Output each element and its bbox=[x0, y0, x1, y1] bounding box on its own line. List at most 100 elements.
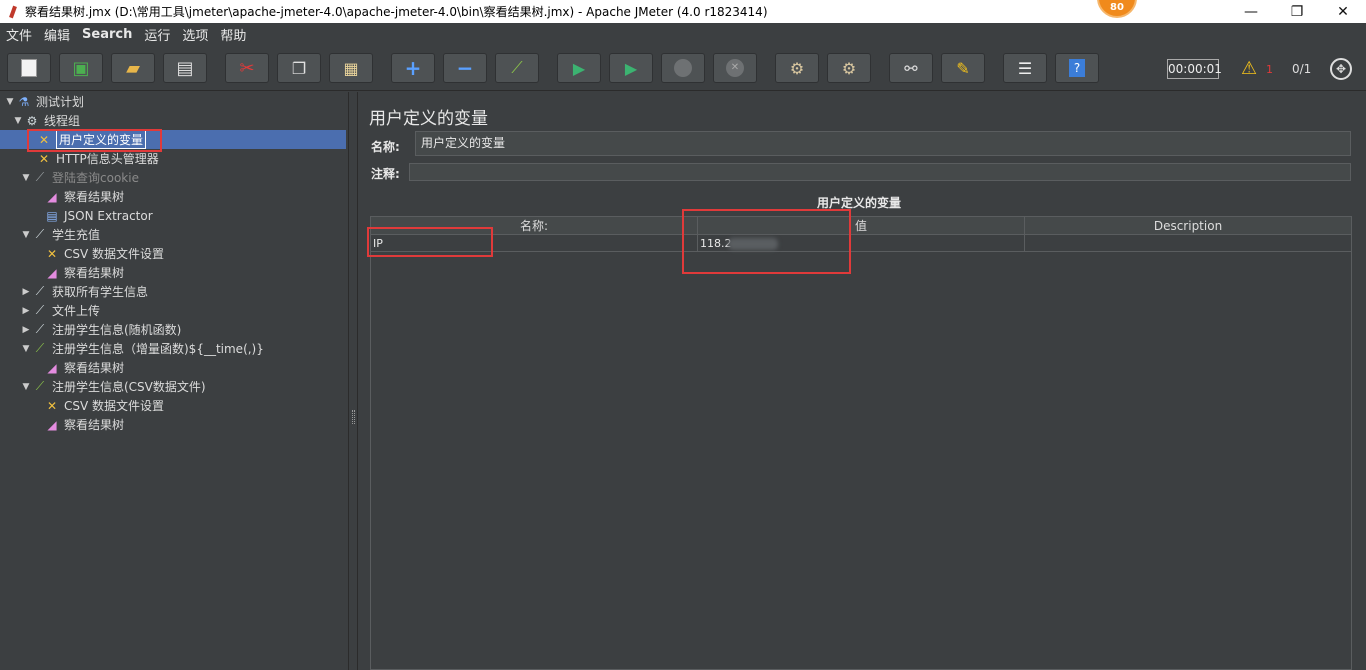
tools-icon: ✕ bbox=[46, 246, 58, 261]
tree-node-register-increment[interactable]: ▼ ⟋ 注册学生信息（增量函数)${__time(,)} bbox=[20, 339, 264, 358]
title-bar: 察看结果树.jmx (D:\常用工具\jmeter\apache-jmeter-… bbox=[0, 0, 1366, 23]
divider-grip-icon[interactable] bbox=[352, 410, 355, 424]
pipette-icon: ⟋ bbox=[35, 322, 45, 336]
expand-arrow-icon[interactable]: ▼ bbox=[12, 116, 24, 126]
search-button[interactable]: ⚯ bbox=[889, 53, 933, 83]
tree-node-test-plan[interactable]: ▼ ⚗ 测试计划 bbox=[4, 92, 84, 111]
expand-arrow-icon[interactable]: ▼ bbox=[20, 382, 32, 392]
menu-help[interactable]: 帮助 bbox=[220, 25, 246, 44]
toolbar: ▣ ▰ ▤ ✂ ❐ ▦ + − ⟋ ▶ ▶ ✕ ⚙ ⚙ ⚯ ✎ ☰ ? 00:0… bbox=[0, 45, 1366, 91]
reset-search-button[interactable]: ✎ bbox=[941, 53, 985, 83]
split-pane-divider[interactable] bbox=[348, 92, 358, 670]
active-threads: 0/1 bbox=[1292, 62, 1312, 76]
paste-button[interactable]: ▦ bbox=[329, 53, 373, 83]
page-title: 用户定义的变量 bbox=[369, 109, 488, 129]
comment-field[interactable] bbox=[409, 163, 1351, 181]
tree-node-label: 获取所有学生信息 bbox=[52, 285, 149, 299]
minimize-button[interactable]: — bbox=[1228, 0, 1274, 23]
menu-options[interactable]: 选项 bbox=[182, 25, 208, 44]
function-helper-button[interactable]: ☰ bbox=[1003, 53, 1047, 83]
binoculars-icon: ⚯ bbox=[904, 58, 918, 78]
expand-arrow-icon[interactable]: ▼ bbox=[20, 230, 32, 240]
menu-edit[interactable]: 编辑 bbox=[44, 25, 70, 44]
new-button[interactable] bbox=[7, 53, 51, 83]
menu-run[interactable]: 运行 bbox=[144, 25, 170, 44]
restore-button[interactable]: ❐ bbox=[1274, 0, 1320, 23]
templates-icon: ▣ bbox=[72, 57, 90, 79]
stop-button[interactable] bbox=[661, 53, 705, 83]
cell-description[interactable] bbox=[1025, 235, 1351, 252]
expand-arrow-icon[interactable]: ▼ bbox=[20, 344, 32, 354]
section-title: 用户定义的变量 bbox=[816, 196, 901, 210]
tree-node-csv-data-set[interactable]: ✕ CSV 数据文件设置 bbox=[32, 244, 164, 263]
tree-node-register-random[interactable]: ▶ ⟋ 注册学生信息(随机函数) bbox=[20, 320, 182, 339]
pipette-icon: ⟋ bbox=[35, 341, 45, 355]
templates-button[interactable]: ▣ bbox=[59, 53, 103, 83]
tree-node-get-all-students[interactable]: ▶ ⟋ 获取所有学生信息 bbox=[20, 282, 148, 301]
tree-node-student-recharge[interactable]: ▼ ⟋ 学生充值 bbox=[20, 225, 100, 244]
tree-node-view-results-tree[interactable]: ◢ 察看结果树 bbox=[32, 415, 124, 434]
shutdown-button[interactable]: ✕ bbox=[713, 53, 757, 83]
remote-crosshair-icon[interactable]: ✥ bbox=[1330, 58, 1352, 80]
tree-node-csv-data-set[interactable]: ✕ CSV 数据文件设置 bbox=[32, 396, 164, 415]
name-field[interactable]: 用户定义的变量 bbox=[415, 131, 1351, 156]
column-header-description[interactable]: Description bbox=[1025, 217, 1351, 235]
table-row[interactable]: IP 118.2 bbox=[371, 235, 1351, 252]
expand-button[interactable]: + bbox=[391, 53, 435, 83]
elapsed-timer: 00:00:01 bbox=[1167, 59, 1222, 79]
user-defined-variables-panel: 用户定义的变量 名称: 用户定义的变量 注释: 用户定义的变量 名称: 值 De… bbox=[359, 92, 1366, 670]
pipette-icon: ⟋ bbox=[35, 227, 45, 241]
tree-node-view-results-tree[interactable]: ◢ 察看结果树 bbox=[32, 358, 124, 377]
scissors-icon: ✂ bbox=[239, 57, 255, 79]
tree-node-label: CSV 数据文件设置 bbox=[64, 247, 165, 261]
highlight-box bbox=[367, 227, 493, 257]
save-button[interactable]: ▤ bbox=[163, 53, 207, 83]
start-no-pause-button[interactable]: ▶ bbox=[609, 53, 653, 83]
cut-button[interactable]: ✂ bbox=[225, 53, 269, 83]
clear-button[interactable]: ⚙ bbox=[775, 53, 819, 83]
tree-node-label: JSON Extractor bbox=[64, 208, 153, 223]
pipette-icon: ⟋ bbox=[35, 303, 45, 317]
expand-arrow-icon[interactable]: ▶ bbox=[20, 306, 32, 316]
copy-button[interactable]: ❐ bbox=[277, 53, 321, 83]
tree-node-json-extractor[interactable]: ▤ JSON Extractor bbox=[32, 206, 153, 225]
menu-file[interactable]: 文件 bbox=[6, 25, 32, 44]
clipboard-icon: ▦ bbox=[343, 58, 359, 78]
stop-icon bbox=[674, 59, 692, 77]
save-icon: ▤ bbox=[176, 57, 194, 79]
plus-icon: + bbox=[404, 56, 422, 80]
collapse-button[interactable]: − bbox=[443, 53, 487, 83]
window-title: 察看结果树.jmx (D:\常用工具\jmeter\apache-jmeter-… bbox=[25, 5, 768, 19]
tree-node-thread-group[interactable]: ▼ ⚙ 线程组 bbox=[12, 111, 80, 130]
toggle-button[interactable]: ⟋ bbox=[495, 53, 539, 83]
tools-icon: ✕ bbox=[46, 398, 58, 413]
help-button[interactable]: ? bbox=[1055, 53, 1099, 83]
expand-arrow-icon[interactable]: ▶ bbox=[20, 287, 32, 297]
tree-node-view-results-tree[interactable]: ◢ 察看结果树 bbox=[32, 187, 124, 206]
expand-arrow-icon[interactable]: ▶ bbox=[20, 325, 32, 335]
warning-icon[interactable]: ⚠ bbox=[1241, 58, 1257, 79]
table-header: 名称: 值 Description bbox=[371, 217, 1351, 235]
tree-node-label: 注册学生信息（增量函数)${__time(,)} bbox=[52, 342, 264, 356]
tree-node-view-results-tree[interactable]: ◢ 察看结果树 bbox=[32, 263, 124, 282]
chart-icon: ◢ bbox=[47, 265, 57, 280]
menu-search[interactable]: Search bbox=[82, 27, 132, 42]
start-button[interactable]: ▶ bbox=[557, 53, 601, 83]
expand-arrow-icon[interactable]: ▼ bbox=[20, 173, 32, 183]
chart-icon: ◢ bbox=[47, 360, 57, 375]
clear-all-button[interactable]: ⚙ bbox=[827, 53, 871, 83]
flask-icon: ⚗ bbox=[18, 94, 30, 109]
tree-node-label: 察看结果树 bbox=[64, 418, 125, 432]
tree-node-register-csv[interactable]: ▼ ⟋ 注册学生信息(CSV数据文件) bbox=[20, 377, 206, 396]
chart-icon: ◢ bbox=[47, 417, 57, 432]
expand-arrow-icon[interactable]: ▼ bbox=[4, 97, 16, 107]
error-count: 1 bbox=[1266, 63, 1273, 76]
tree-node-file-upload[interactable]: ▶ ⟋ 文件上传 bbox=[20, 301, 100, 320]
close-button[interactable]: ✕ bbox=[1320, 0, 1366, 23]
gear-icon: ⚙ bbox=[26, 113, 38, 128]
tree-node-login-cookie[interactable]: ▼ ⟋ 登陆查询cookie bbox=[20, 168, 139, 187]
open-button[interactable]: ▰ bbox=[111, 53, 155, 83]
tree-node-label: 注册学生信息(随机函数) bbox=[52, 323, 182, 337]
pipette-icon: ⟋ bbox=[35, 379, 45, 393]
tree-node-label: 察看结果树 bbox=[64, 190, 125, 204]
